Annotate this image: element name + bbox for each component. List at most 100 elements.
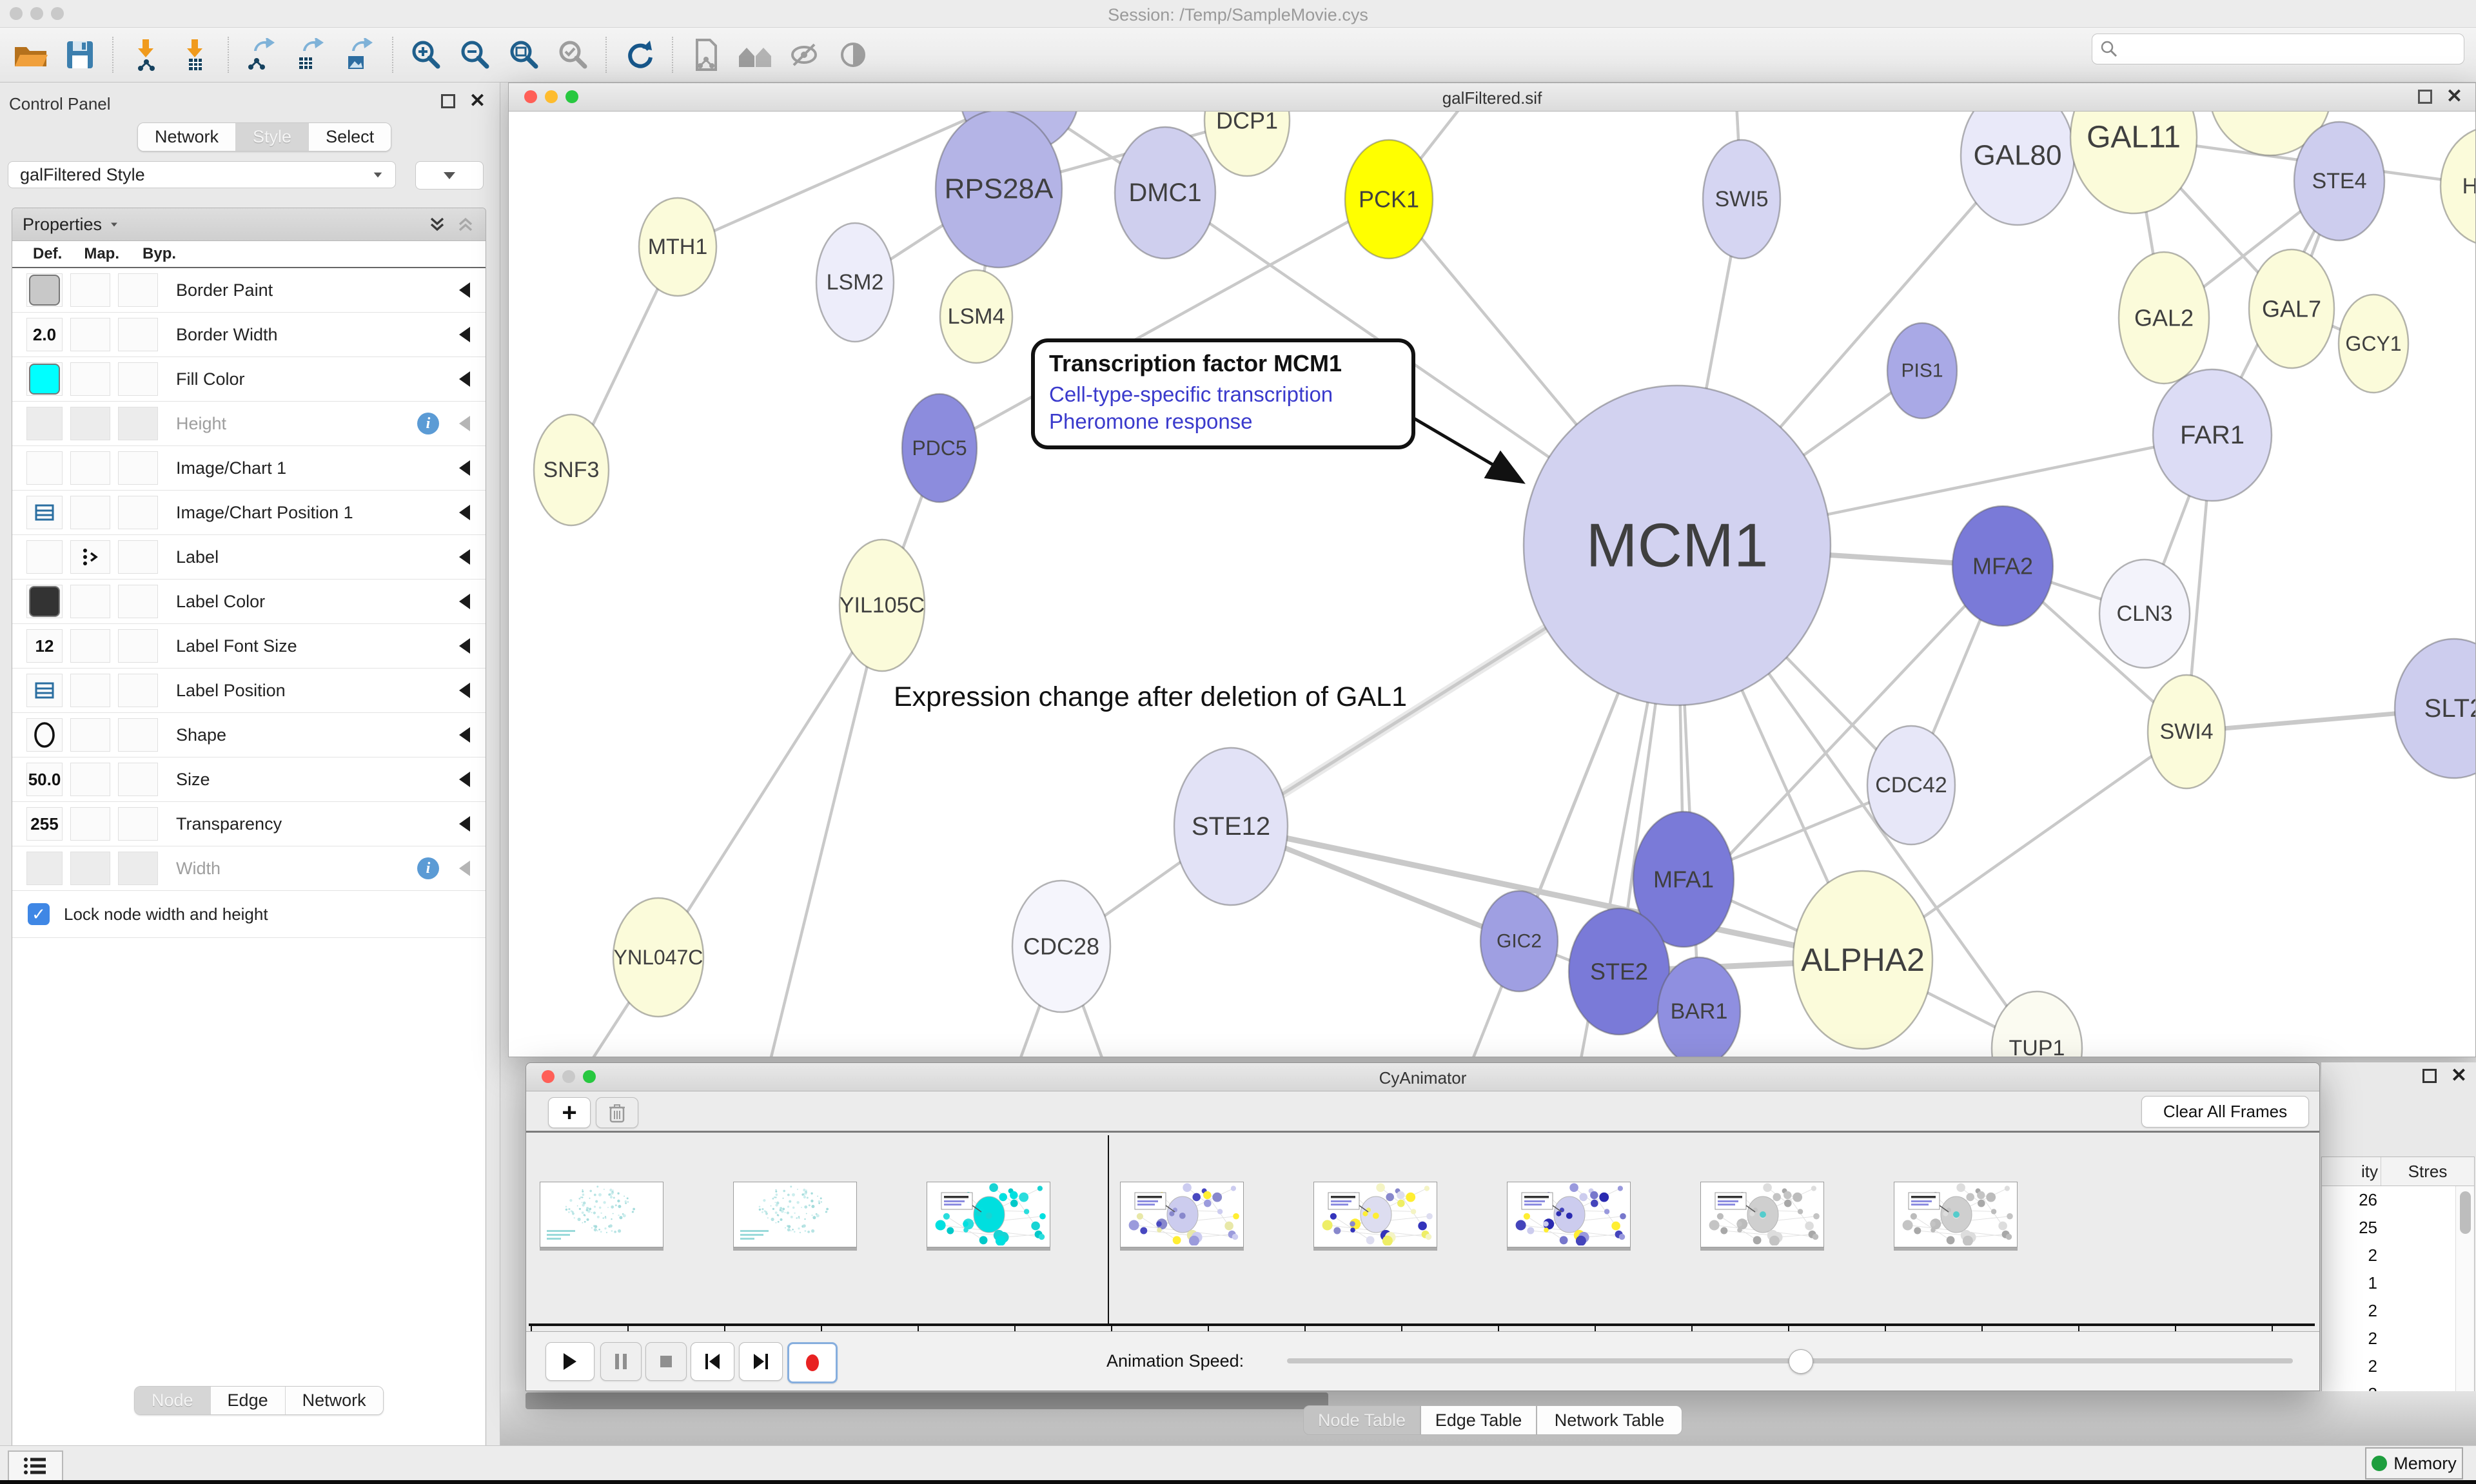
bypass-cell[interactable] [118,362,158,396]
pause-button[interactable] [600,1342,642,1381]
edge-YIL105C-_b5[interactable] [761,605,882,1057]
export-image-button[interactable] [341,35,378,74]
network-canvas[interactable]: RPS28BDCP1RPS28ADMC1PCK1MTH1LSM2LSM4SNF3… [509,112,2475,1057]
search-input[interactable] [2118,39,2443,60]
bypass-cell[interactable] [118,852,158,885]
bypass-cell[interactable] [118,496,158,529]
node-STE12[interactable]: STE12 [1174,748,1288,905]
float-panel-icon[interactable] [2418,90,2432,104]
frame-thumbnail-1[interactable] [540,1182,663,1247]
delete-frame-button[interactable] [596,1097,638,1128]
default-value-cell[interactable] [26,540,63,574]
node-SWI5[interactable]: SWI5 [1703,140,1780,259]
node-MFA2[interactable]: MFA2 [1952,506,2053,626]
close-panel-icon[interactable]: ✕ [2446,90,2462,104]
table-row[interactable]: 2 [2322,1325,2474,1352]
mapping-cell[interactable] [70,451,110,485]
bypass-cell[interactable] [118,451,158,485]
group-button[interactable] [736,35,774,74]
table-row[interactable]: 2 [2322,1352,2474,1380]
mapping-cell[interactable] [70,362,110,396]
memory-button[interactable]: Memory [2365,1447,2463,1479]
expand-row-icon[interactable] [459,683,470,698]
frame-thumbnail-3[interactable] [927,1182,1050,1247]
node-PDC5[interactable]: PDC5 [902,394,977,502]
default-value-cell[interactable] [26,585,63,618]
default-value-cell[interactable]: 2.0 [26,318,63,351]
expand-row-icon[interactable] [459,638,470,654]
expand-row-icon[interactable] [459,505,470,520]
frame-thumbnail-8[interactable] [1894,1182,2018,1247]
node-LSM4[interactable]: LSM4 [940,270,1012,363]
expand-row-icon[interactable] [459,416,470,431]
frame-thumbnail-7[interactable] [1700,1182,1824,1247]
close-panel-icon[interactable]: ✕ [2451,1069,2467,1083]
node-TUP1[interactable]: TUP1 [1992,991,2082,1057]
default-value-cell[interactable] [26,273,63,307]
frame-thumbnail-4[interactable] [1120,1182,1244,1247]
info-icon[interactable]: i [417,413,439,434]
cyanimator-titlebar[interactable]: CyAnimator [526,1063,2319,1091]
table-row[interactable]: 2 [2322,1242,2474,1269]
mapping-cell[interactable] [70,540,110,574]
default-value-cell[interactable] [26,718,63,752]
property-row-label-font-size[interactable]: 12Label Font Size [12,624,486,669]
node-RPS28A[interactable]: RPS28A [936,112,1062,268]
tab-network[interactable]: Network [138,123,236,151]
property-row-label-position[interactable]: Label Position [12,669,486,713]
property-row-shape[interactable]: Shape [12,713,486,757]
mcm1-annotation[interactable]: Transcription factor MCM1 Cell-type-spec… [1031,338,1415,449]
frame-thumbnail-6[interactable] [1507,1182,1631,1247]
table-row[interactable]: 1 [2322,1269,2474,1297]
table-scrollbar[interactable] [2455,1186,2474,1392]
tab-select[interactable]: Select [309,123,391,151]
import-table-button[interactable] [177,35,214,74]
bypass-cell[interactable] [118,273,158,307]
node-BAR1[interactable]: BAR1 [1658,957,1740,1057]
expand-row-icon[interactable] [459,816,470,832]
node-DMC1[interactable]: DMC1 [1115,127,1215,259]
mapping-cell[interactable] [70,852,110,885]
property-row-width[interactable]: Widthi [12,846,486,891]
tab-node-table[interactable]: Node Table [1303,1405,1420,1435]
table-row[interactable]: 25 [2322,1214,2474,1242]
column-stress[interactable]: Stres [2381,1162,2474,1182]
tab-edge[interactable]: Edge [211,1387,286,1414]
node-HAP2[interactable]: HAP2 [2441,127,2475,246]
property-row-height[interactable]: Heighti [12,402,486,446]
go-to-start-button[interactable] [691,1342,734,1381]
node-GAL7[interactable]: GAL7 [2249,249,2334,368]
default-value-cell[interactable] [26,451,63,485]
show-panels-button[interactable] [8,1450,63,1481]
annotation-link[interactable]: Cell-type-specific transcription [1049,381,1397,408]
properties-header[interactable]: Properties [12,208,486,241]
close-panel-icon[interactable]: ✕ [469,94,486,108]
table-horizontal-scrollbar[interactable] [526,1392,1328,1409]
record-button[interactable] [787,1342,838,1383]
node-GIC2[interactable]: GIC2 [1480,891,1558,991]
node-MCM1[interactable]: MCM1 [1524,386,1831,705]
export-network-button[interactable] [243,35,280,74]
node-PIS1[interactable]: PIS1 [1887,323,1957,418]
go-to-end-button[interactable] [739,1342,783,1381]
zoom-selected-button[interactable] [555,35,592,74]
default-value-cell[interactable] [26,362,63,396]
expand-row-icon[interactable] [459,327,470,342]
property-row-label[interactable]: Label [12,535,486,580]
frame-thumbnail-2[interactable] [733,1182,857,1247]
node-GAL80[interactable]: GAL80 [1961,112,2074,225]
property-row-fill-color[interactable]: Fill Color [12,357,486,402]
lock-size-checkbox[interactable]: ✓ [28,903,50,925]
node-PCK1[interactable]: PCK1 [1345,140,1433,259]
info-icon[interactable]: i [417,857,439,879]
table-row[interactable]: 26 [2322,1186,2474,1214]
bypass-cell[interactable] [118,674,158,707]
column-centrality[interactable]: ity [2322,1157,2381,1186]
node-YIL105C[interactable]: YIL105C [840,540,925,671]
save-session-button[interactable] [61,35,99,74]
tab-style[interactable]: Style [236,123,309,151]
bypass-cell[interactable] [118,407,158,440]
expand-all-icon[interactable] [427,215,447,234]
zoom-out-button[interactable] [457,35,494,74]
node-DCP1[interactable]: DCP1 [1204,112,1290,176]
